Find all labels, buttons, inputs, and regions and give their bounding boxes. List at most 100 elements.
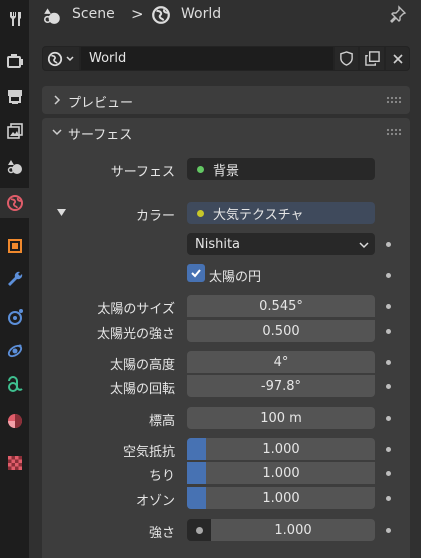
shader-socket-icon (197, 165, 204, 173)
property-field[interactable]: 0.500 (187, 320, 375, 342)
world-datablock-selector: World (42, 46, 410, 71)
duplicate-world-button[interactable] (359, 46, 385, 71)
drag-handle-icon[interactable] (386, 96, 402, 104)
breadcrumb-separator: > (131, 5, 144, 23)
tab-modifier[interactable] (0, 264, 29, 294)
sky-type-dropdown[interactable]: Nishita (187, 233, 375, 255)
property-value: 0.500 (262, 323, 300, 339)
keyframe-dot[interactable] (386, 447, 391, 452)
tab-material[interactable] (0, 406, 29, 436)
property-field[interactable]: -97.8° (187, 375, 375, 397)
color-input-value: 大気テクスチャ (213, 207, 304, 223)
unlink-world-button[interactable] (385, 46, 410, 71)
keyframe-dot[interactable] (386, 329, 391, 334)
property-field[interactable]: 1.000 (187, 438, 375, 460)
property-label: 空気抵抗 (122, 445, 175, 460)
keyframe-dot[interactable] (386, 384, 391, 389)
property-label: 太陽の高度 (109, 358, 175, 373)
tab-particles[interactable] (0, 302, 29, 332)
tab-render[interactable] (0, 46, 29, 76)
keyframe-dot[interactable] (386, 273, 391, 278)
property-label: オゾン (135, 494, 175, 509)
scene-icon (7, 160, 22, 174)
view-layer-icon (6, 123, 23, 139)
property-value: 100 m (260, 410, 302, 426)
keyframe-dot[interactable] (386, 528, 391, 533)
strength-value-field[interactable]: 1.000 (211, 519, 375, 541)
drag-handle-icon[interactable] (386, 128, 402, 136)
keyframe-dot[interactable] (386, 496, 391, 501)
breadcrumb-scene[interactable]: Scene (72, 6, 115, 22)
strength-label: 強さ (148, 526, 175, 541)
property-label: 標高 (148, 414, 175, 429)
color-socket-icon (197, 209, 204, 217)
properties-tab-bar (0, 0, 29, 558)
keyframe-dot[interactable] (386, 360, 391, 365)
tab-output[interactable] (0, 81, 29, 111)
property-field[interactable]: 1.000 (187, 462, 375, 484)
property-value: 1.000 (262, 465, 300, 481)
tab-physics[interactable] (0, 336, 29, 366)
output-icon (7, 90, 22, 104)
tab-constraint[interactable] (0, 370, 29, 400)
surface-panel-title: サーフェス (68, 128, 133, 143)
property-label: 太陽光の強さ (96, 327, 175, 342)
property-value: -97.8° (260, 378, 302, 394)
chevron-down-icon (52, 129, 62, 136)
keyframe-dot[interactable] (386, 242, 391, 247)
texture-icon (7, 456, 22, 470)
surface-label: サーフェス (110, 165, 175, 180)
strength-field[interactable] (187, 519, 211, 541)
collapse-triangle-icon[interactable] (57, 208, 66, 217)
sun-disc-checkbox[interactable] (187, 264, 205, 282)
pin-icon[interactable] (389, 5, 407, 23)
chevron-down-icon (66, 55, 74, 61)
world-icon (47, 51, 63, 66)
sun-disc-label: 太陽の円 (209, 270, 262, 285)
color-label: カラー (135, 209, 175, 224)
property-fill (187, 487, 206, 509)
tab-tool[interactable] (0, 4, 29, 34)
modifier-icon (7, 271, 22, 286)
surface-panel-header[interactable]: サーフェス (42, 118, 410, 146)
strength-socket-icon (195, 526, 203, 534)
world-icon (152, 6, 170, 24)
property-value: 0.545° (259, 298, 303, 314)
world-name-field[interactable]: World (80, 46, 334, 71)
property-field[interactable]: 100 m (187, 407, 375, 429)
property-fill (187, 438, 206, 460)
property-label: ちり (148, 469, 175, 484)
tab-object[interactable] (0, 231, 29, 261)
keyframe-dot[interactable] (386, 471, 391, 476)
keyframe-dot[interactable] (386, 304, 391, 309)
property-field[interactable]: 4° (187, 351, 375, 373)
fake-user-button[interactable] (334, 46, 359, 71)
sky-type-value: Nishita (195, 236, 241, 252)
keyframe-dot[interactable] (386, 416, 391, 421)
preview-panel-header[interactable]: プレビュー (42, 86, 410, 114)
material-icon (7, 414, 22, 428)
property-field[interactable]: 0.545° (187, 295, 375, 317)
physics-icon (7, 344, 22, 358)
tab-scene[interactable] (0, 151, 29, 181)
render-icon (6, 54, 23, 68)
tab-view-layer[interactable] (0, 116, 29, 146)
breadcrumb: Scene > World (29, 0, 421, 30)
tab-world[interactable] (0, 188, 29, 218)
strength-value: 1.000 (274, 522, 312, 538)
property-label: 太陽の回転 (109, 382, 175, 397)
color-input-selector[interactable]: 大気テクスチャ (187, 202, 375, 224)
tab-texture[interactable] (0, 448, 29, 478)
tool-icon (9, 12, 21, 26)
browse-world-button[interactable] (42, 46, 80, 71)
property-value: 1.000 (262, 490, 300, 506)
property-fill (187, 462, 206, 484)
surface-shader-selector[interactable]: 背景 (187, 158, 375, 180)
object-icon (7, 239, 22, 253)
chevron-right-icon (54, 95, 61, 105)
check-icon (191, 269, 201, 278)
breadcrumb-world[interactable]: World (181, 6, 221, 22)
property-field[interactable]: 1.000 (187, 487, 375, 509)
property-value: 4° (273, 354, 289, 370)
property-value: 1.000 (262, 441, 300, 457)
